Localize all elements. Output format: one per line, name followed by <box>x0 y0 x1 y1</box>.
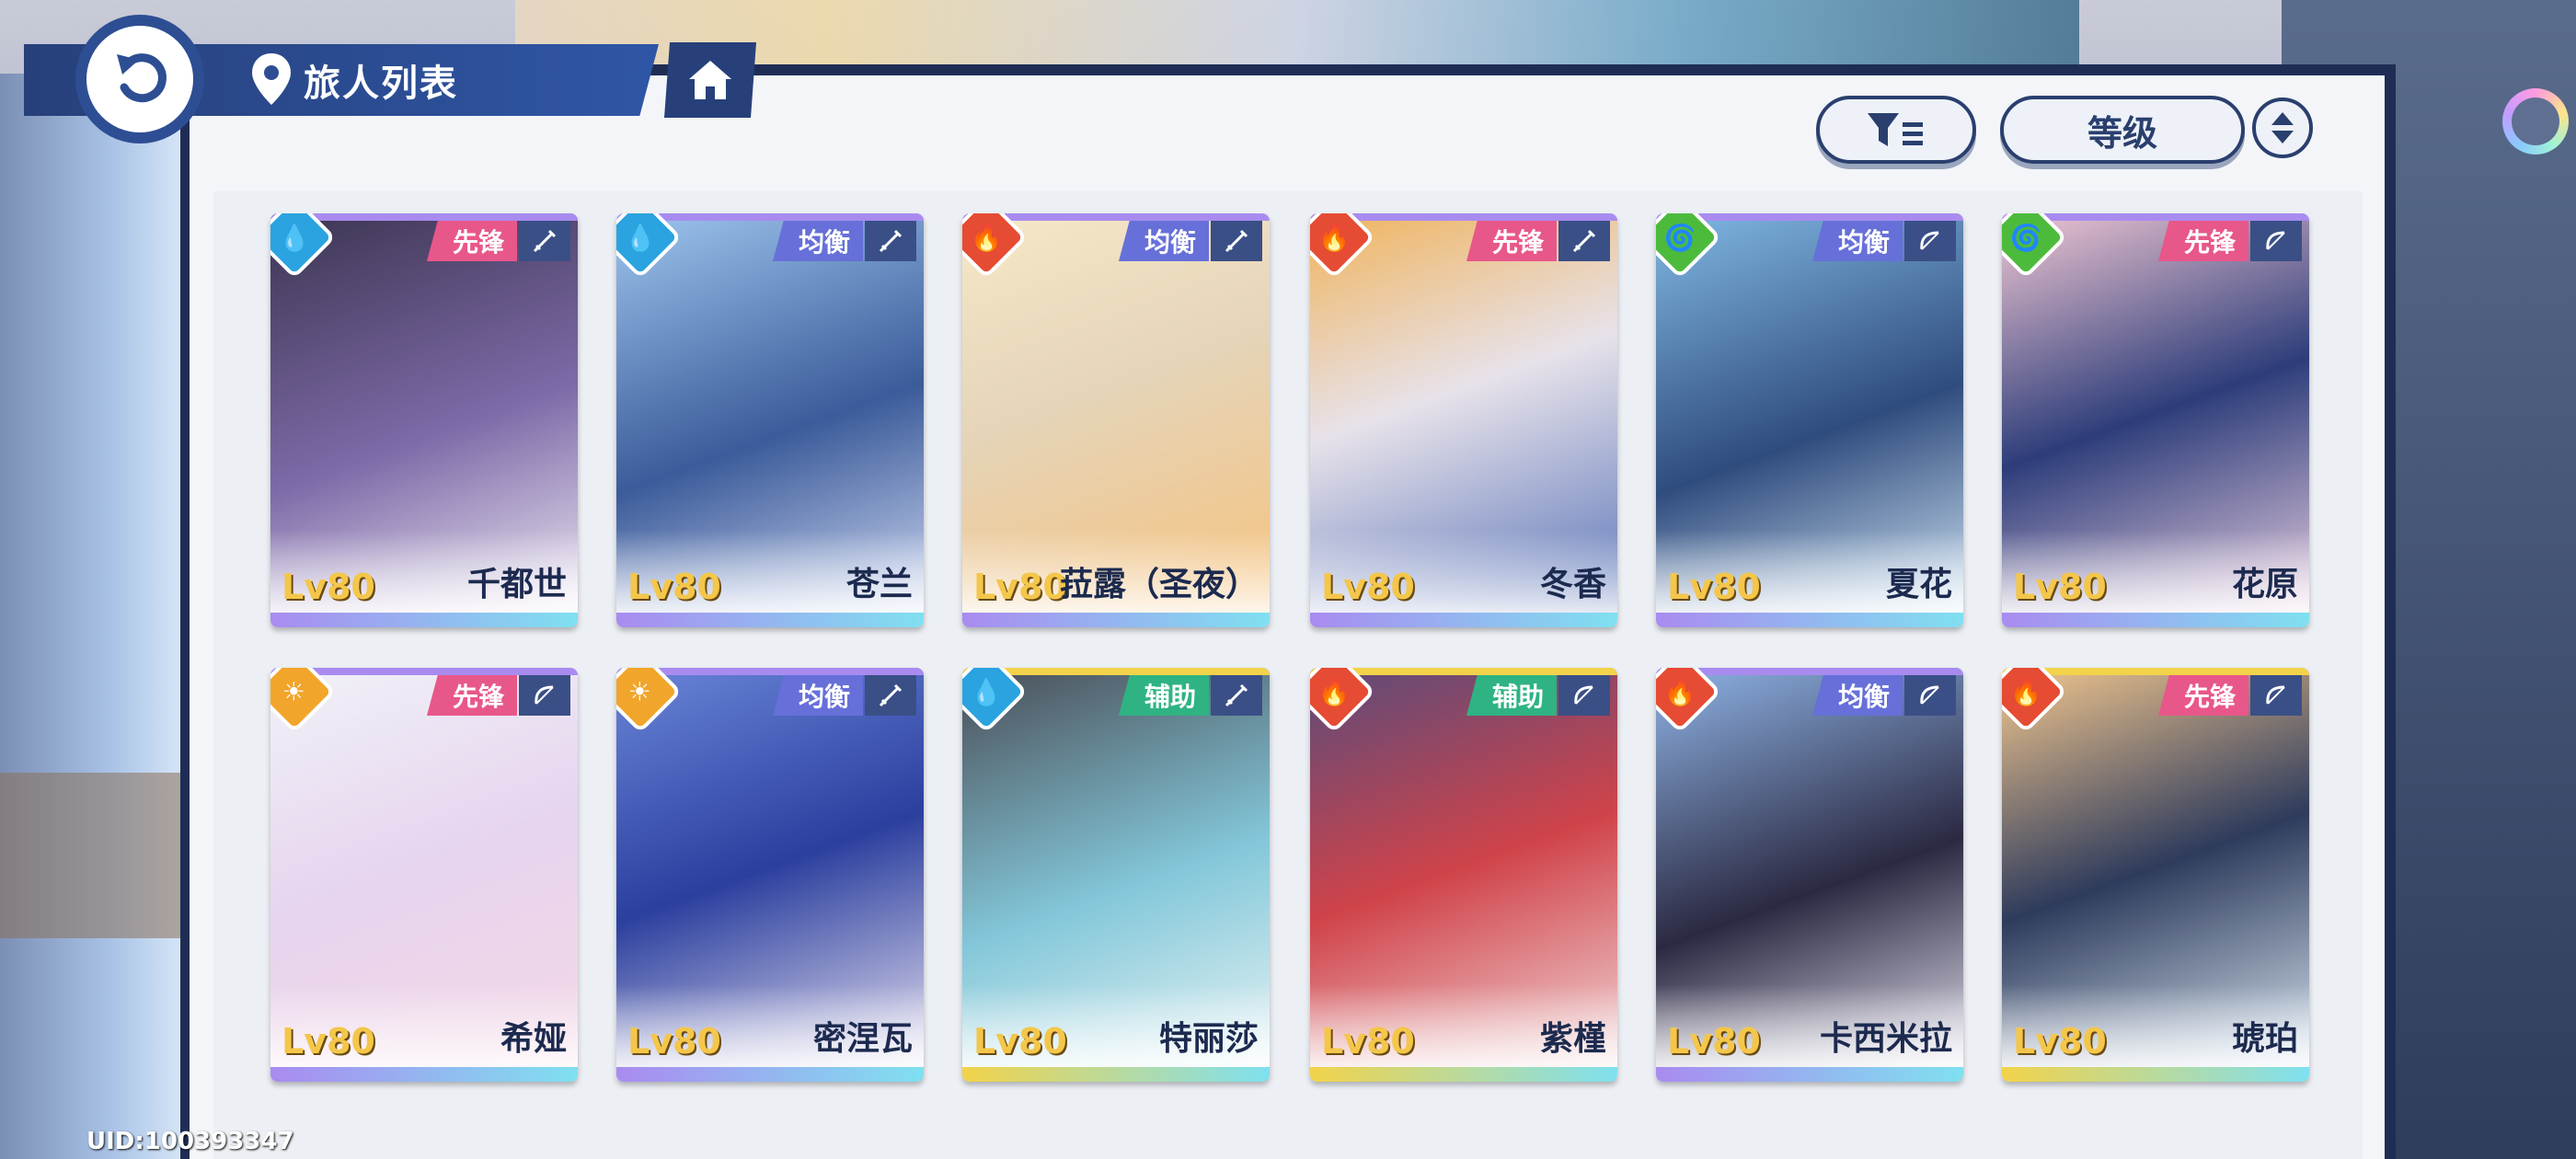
role-badge: 辅助 <box>1466 675 1557 716</box>
character-name: 苍兰 <box>845 566 913 603</box>
level-label: Lv80 <box>282 1021 375 1061</box>
level-label: Lv80 <box>627 1021 721 1061</box>
character-card[interactable]: 💧 先锋 Lv80 千都世 <box>270 213 578 627</box>
character-card[interactable]: 🔥 均衡 Lv80 菈露（圣夜） <box>962 213 1270 627</box>
sword-icon <box>1558 221 1610 261</box>
location-pin-icon <box>252 53 291 105</box>
level-label: Lv80 <box>1321 567 1415 607</box>
bow-icon <box>2250 221 2302 261</box>
character-card[interactable]: 🔥 均衡 Lv80 卡西米拉 <box>1656 668 1963 1082</box>
card-rarity-strip <box>616 613 924 627</box>
card-rarity-strip <box>270 613 578 627</box>
bow-icon <box>1904 675 1956 716</box>
uid-label: UID:100393347 <box>86 1128 294 1155</box>
level-label: Lv80 <box>627 567 721 607</box>
page-title: 旅人列表 <box>304 63 458 105</box>
role-badge: 先锋 <box>1466 221 1557 261</box>
character-card[interactable]: 🔥 先锋 Lv80 琥珀 <box>2002 668 2309 1082</box>
card-rarity-strip <box>1310 1067 1617 1082</box>
card-rarity-strip <box>1656 613 1963 627</box>
character-name: 卡西米拉 <box>1819 1020 1952 1058</box>
character-name: 花原 <box>2231 566 2298 603</box>
card-rarity-strip <box>616 1067 924 1082</box>
bow-icon <box>519 675 570 716</box>
filter-button[interactable] <box>1816 96 1976 164</box>
sword-icon <box>519 221 570 261</box>
back-arrow-icon <box>117 53 167 103</box>
role-badge: 均衡 <box>1811 675 1903 716</box>
sort-level-button[interactable]: 等级 <box>2000 96 2245 164</box>
bow-icon <box>2250 675 2302 716</box>
role-badge: 辅助 <box>1118 675 1209 716</box>
card-rarity-strip <box>962 1067 1270 1082</box>
role-badge: 均衡 <box>1811 221 1903 261</box>
character-name: 特丽莎 <box>1158 1020 1259 1058</box>
floating-ring-icon[interactable] <box>2502 88 2569 155</box>
character-name: 菈露（圣夜） <box>1059 566 1259 603</box>
level-label: Lv80 <box>282 567 375 607</box>
character-card[interactable]: 🌀 先锋 Lv80 花原 <box>2002 213 2309 627</box>
level-label: Lv80 <box>1667 1021 1761 1061</box>
role-badge: 均衡 <box>772 221 863 261</box>
back-button[interactable] <box>75 15 204 143</box>
character-card[interactable]: ☀ 先锋 Lv80 希娅 <box>270 668 578 1082</box>
level-label: Lv80 <box>973 1021 1067 1061</box>
character-card[interactable]: 🔥 辅助 Lv80 紫槿 <box>1310 668 1617 1082</box>
sword-icon <box>1211 221 1262 261</box>
sword-icon <box>865 675 916 716</box>
role-badge: 均衡 <box>1118 221 1209 261</box>
character-name: 冬香 <box>1539 566 1606 603</box>
character-card[interactable]: 💧 均衡 Lv80 苍兰 <box>616 213 924 627</box>
home-icon <box>689 61 731 99</box>
character-name: 夏花 <box>1885 566 1952 603</box>
role-badge: 先锋 <box>2157 221 2248 261</box>
level-label: Lv80 <box>2013 567 2107 607</box>
role-badge: 先锋 <box>426 221 517 261</box>
level-label: Lv80 <box>1667 567 1761 607</box>
background-window <box>0 74 184 1159</box>
role-badge: 先锋 <box>426 675 517 716</box>
character-name: 希娅 <box>500 1020 567 1058</box>
home-button[interactable] <box>664 42 756 118</box>
card-rarity-strip <box>1310 613 1617 627</box>
card-rarity-strip <box>962 613 1270 627</box>
level-label: Lv80 <box>1321 1021 1415 1061</box>
card-rarity-strip <box>1656 1067 1963 1082</box>
bow-icon <box>1904 221 1956 261</box>
level-label: Lv80 <box>973 567 1067 607</box>
sort-order-toggle[interactable] <box>2252 98 2313 158</box>
character-card[interactable]: 🌀 均衡 Lv80 夏花 <box>1656 213 1963 627</box>
character-card[interactable]: 💧 辅助 Lv80 特丽莎 <box>962 668 1270 1082</box>
character-card[interactable]: 🔥 先锋 Lv80 冬香 <box>1310 213 1617 627</box>
level-label: Lv80 <box>2013 1021 2107 1061</box>
character-name: 紫槿 <box>1539 1020 1606 1058</box>
bow-icon <box>1558 675 1610 716</box>
sort-ascending-icon <box>2271 112 2294 125</box>
sword-icon <box>865 221 916 261</box>
role-badge: 均衡 <box>772 675 863 716</box>
filter-icon <box>1868 113 1923 146</box>
card-rarity-strip <box>2002 613 2309 627</box>
card-rarity-strip <box>270 1067 578 1082</box>
role-badge: 先锋 <box>2157 675 2248 716</box>
character-card[interactable]: ☀ 均衡 Lv80 密涅瓦 <box>616 668 924 1082</box>
background-shelf <box>0 773 184 938</box>
character-name: 千都世 <box>466 566 567 603</box>
character-name: 密涅瓦 <box>812 1020 913 1058</box>
sword-icon <box>1211 675 1262 716</box>
sort-descending-icon <box>2271 131 2294 143</box>
character-name: 琥珀 <box>2231 1020 2298 1058</box>
card-rarity-strip <box>2002 1067 2309 1082</box>
